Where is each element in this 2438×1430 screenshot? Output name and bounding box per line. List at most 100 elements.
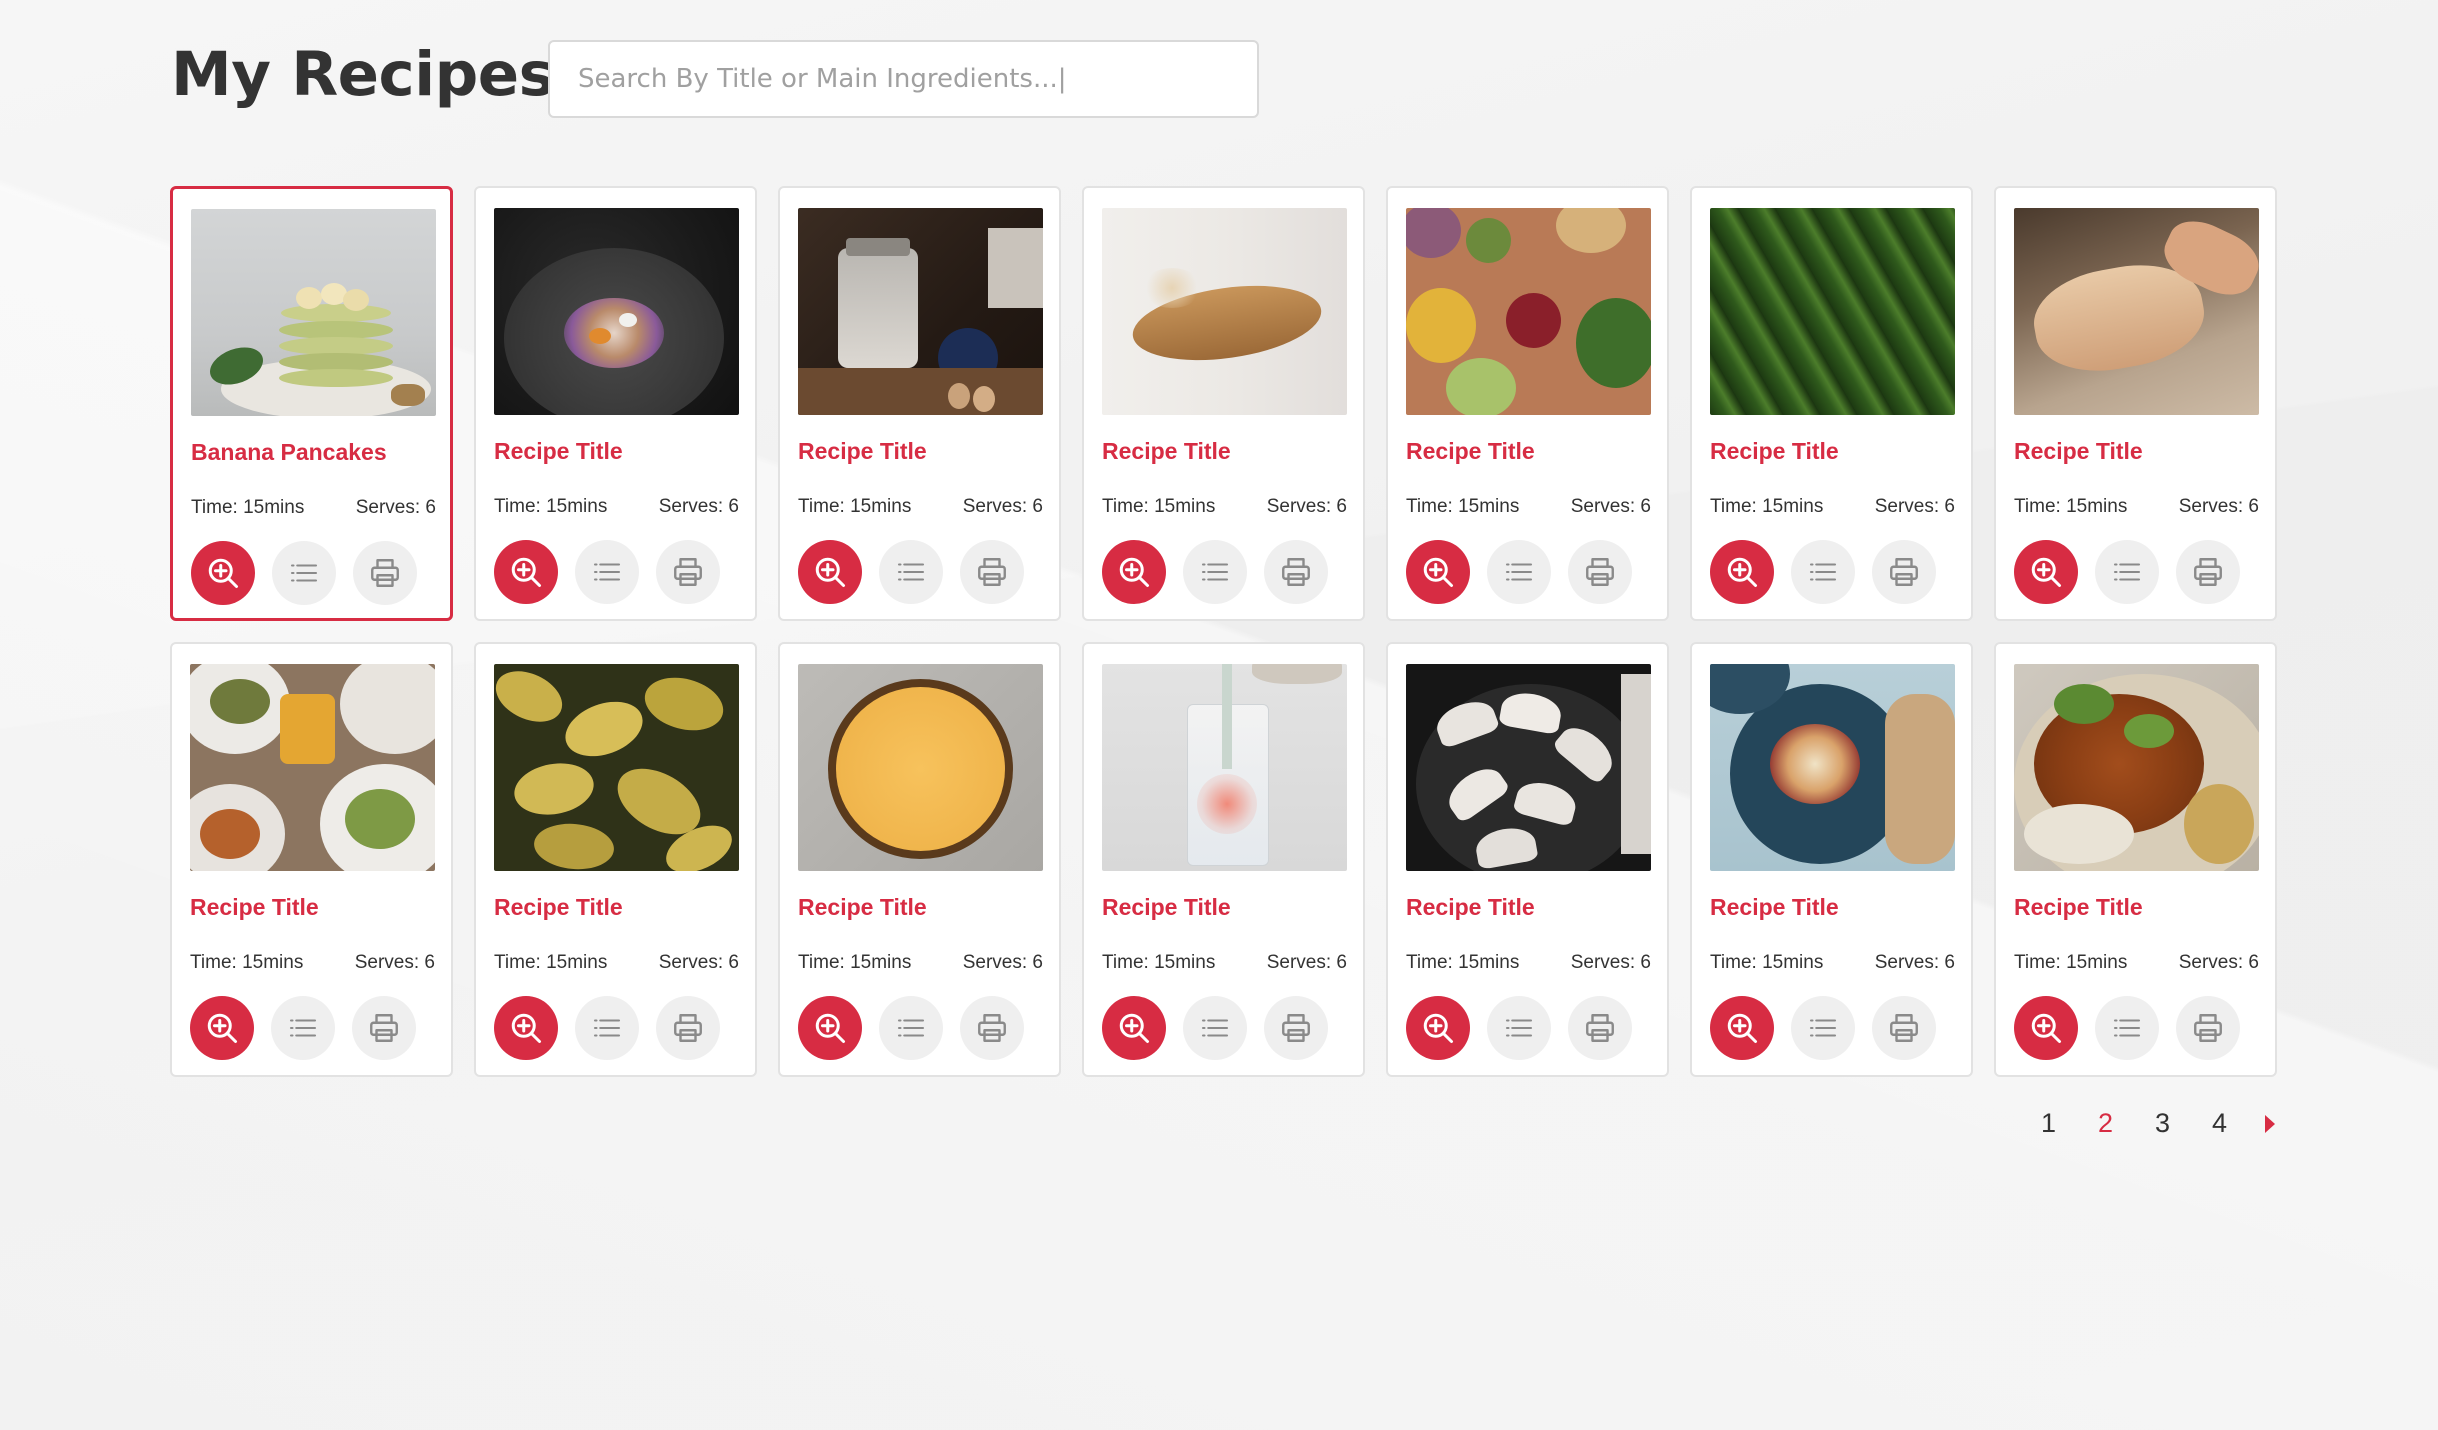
view-recipe-button[interactable] <box>494 540 558 604</box>
ingredients-button[interactable] <box>575 996 639 1060</box>
recipe-card[interactable]: Recipe Title Time: 15mins Serves: 6 <box>170 642 453 1077</box>
view-recipe-button[interactable] <box>191 541 255 605</box>
recipe-title[interactable]: Recipe Title <box>1710 894 1839 921</box>
recipe-time: Time: 15mins <box>1710 952 1824 973</box>
view-recipe-button[interactable] <box>1406 996 1470 1060</box>
recipe-serves: Serves: 6 <box>1570 496 1651 517</box>
recipe-title[interactable]: Recipe Title <box>798 438 927 465</box>
print-button[interactable] <box>1872 996 1936 1060</box>
view-recipe-button[interactable] <box>1102 540 1166 604</box>
ingredients-button[interactable] <box>575 540 639 604</box>
recipe-title[interactable]: Recipe Title <box>494 894 623 921</box>
ingredients-button[interactable] <box>2095 540 2159 604</box>
recipe-title[interactable]: Recipe Title <box>494 438 623 465</box>
recipe-card[interactable]: Recipe Title Time: 15mins Serves: 6 <box>778 186 1061 621</box>
search-input[interactable] <box>550 42 1257 116</box>
print-button[interactable] <box>656 540 720 604</box>
zoom-in-icon <box>2031 1013 2061 1043</box>
recipe-title[interactable]: Recipe Title <box>1102 894 1231 921</box>
recipe-image <box>2014 208 2259 415</box>
print-button[interactable] <box>1264 540 1328 604</box>
recipe-title[interactable]: Recipe Title <box>798 894 927 921</box>
zoom-in-icon <box>207 1013 237 1043</box>
ingredients-button[interactable] <box>1487 540 1551 604</box>
print-button[interactable] <box>960 540 1024 604</box>
recipe-serves: Serves: 6 <box>962 952 1043 973</box>
recipe-meta: Time: 15mins Serves: 6 <box>1102 496 1347 518</box>
recipe-grid: Banana Pancakes Time: 15mins Serves: 6 R… <box>170 186 2277 1077</box>
recipe-time: Time: 15mins <box>191 497 305 518</box>
recipe-card[interactable]: Recipe Title Time: 15mins Serves: 6 <box>1386 186 1669 621</box>
ingredients-button[interactable] <box>1487 996 1551 1060</box>
ingredients-button[interactable] <box>271 996 335 1060</box>
recipe-card[interactable]: Recipe Title Time: 15mins Serves: 6 <box>1082 186 1365 621</box>
view-recipe-button[interactable] <box>798 996 862 1060</box>
recipe-title[interactable]: Recipe Title <box>190 894 319 921</box>
recipe-card[interactable]: Banana Pancakes Time: 15mins Serves: 6 <box>170 186 453 621</box>
recipe-serves: Serves: 6 <box>658 952 739 973</box>
print-button[interactable] <box>353 541 417 605</box>
ingredients-button[interactable] <box>1183 996 1247 1060</box>
ingredients-button[interactable] <box>272 541 336 605</box>
ingredients-button[interactable] <box>1791 996 1855 1060</box>
recipe-card[interactable]: Recipe Title Time: 15mins Serves: 6 <box>1690 186 1973 621</box>
recipe-title[interactable]: Recipe Title <box>1406 894 1535 921</box>
recipe-card[interactable]: Recipe Title Time: 15mins Serves: 6 <box>1690 642 1973 1077</box>
recipe-actions <box>494 996 720 1060</box>
recipe-meta: Time: 15mins Serves: 6 <box>798 496 1043 518</box>
next-page-button[interactable] <box>2256 1110 2284 1138</box>
ingredients-button[interactable] <box>879 540 943 604</box>
recipe-card[interactable]: Recipe Title Time: 15mins Serves: 6 <box>474 186 757 621</box>
recipe-title[interactable]: Banana Pancakes <box>191 439 387 466</box>
search-box[interactable] <box>548 40 1259 118</box>
page-link-4[interactable]: 4 <box>2191 1108 2248 1139</box>
view-recipe-button[interactable] <box>494 996 558 1060</box>
view-recipe-button[interactable] <box>1102 996 1166 1060</box>
zoom-in-icon <box>815 557 845 587</box>
recipe-image <box>1102 208 1347 415</box>
recipe-meta: Time: 15mins Serves: 6 <box>494 952 739 974</box>
recipe-card[interactable]: Recipe Title Time: 15mins Serves: 6 <box>1994 642 2277 1077</box>
printer-icon <box>2194 558 2222 586</box>
print-button[interactable] <box>2176 540 2240 604</box>
recipe-card[interactable]: Recipe Title Time: 15mins Serves: 6 <box>778 642 1061 1077</box>
print-button[interactable] <box>2176 996 2240 1060</box>
ingredients-button[interactable] <box>2095 996 2159 1060</box>
page-link-3[interactable]: 3 <box>2134 1108 2191 1139</box>
recipe-title[interactable]: Recipe Title <box>2014 438 2143 465</box>
view-recipe-button[interactable] <box>2014 540 2078 604</box>
print-button[interactable] <box>656 996 720 1060</box>
recipe-card[interactable]: Recipe Title Time: 15mins Serves: 6 <box>1386 642 1669 1077</box>
page-link-2[interactable]: 2 <box>2077 1108 2134 1139</box>
ingredients-button[interactable] <box>879 996 943 1060</box>
print-button[interactable] <box>1264 996 1328 1060</box>
recipe-card[interactable]: Recipe Title Time: 15mins Serves: 6 <box>474 642 757 1077</box>
print-button[interactable] <box>1568 540 1632 604</box>
list-icon <box>2113 1019 2141 1037</box>
view-recipe-button[interactable] <box>1406 540 1470 604</box>
recipe-title[interactable]: Recipe Title <box>1406 438 1535 465</box>
view-recipe-button[interactable] <box>2014 996 2078 1060</box>
recipe-title[interactable]: Recipe Title <box>1710 438 1839 465</box>
recipe-card[interactable]: Recipe Title Time: 15mins Serves: 6 <box>1082 642 1365 1077</box>
view-recipe-button[interactable] <box>798 540 862 604</box>
recipe-time: Time: 15mins <box>494 952 608 973</box>
page-link-1[interactable]: 1 <box>2020 1108 2077 1139</box>
recipe-meta: Time: 15mins Serves: 6 <box>191 497 436 519</box>
recipe-title[interactable]: Recipe Title <box>2014 894 2143 921</box>
print-button[interactable] <box>960 996 1024 1060</box>
recipe-time: Time: 15mins <box>1406 496 1520 517</box>
ingredients-button[interactable] <box>1791 540 1855 604</box>
view-recipe-button[interactable] <box>1710 540 1774 604</box>
recipe-card[interactable]: Recipe Title Time: 15mins Serves: 6 <box>1994 186 2277 621</box>
view-recipe-button[interactable] <box>190 996 254 1060</box>
printer-icon <box>1890 558 1918 586</box>
recipe-image <box>798 664 1043 871</box>
print-button[interactable] <box>1872 540 1936 604</box>
list-icon <box>1809 1019 1837 1037</box>
print-button[interactable] <box>1568 996 1632 1060</box>
view-recipe-button[interactable] <box>1710 996 1774 1060</box>
recipe-title[interactable]: Recipe Title <box>1102 438 1231 465</box>
ingredients-button[interactable] <box>1183 540 1247 604</box>
print-button[interactable] <box>352 996 416 1060</box>
